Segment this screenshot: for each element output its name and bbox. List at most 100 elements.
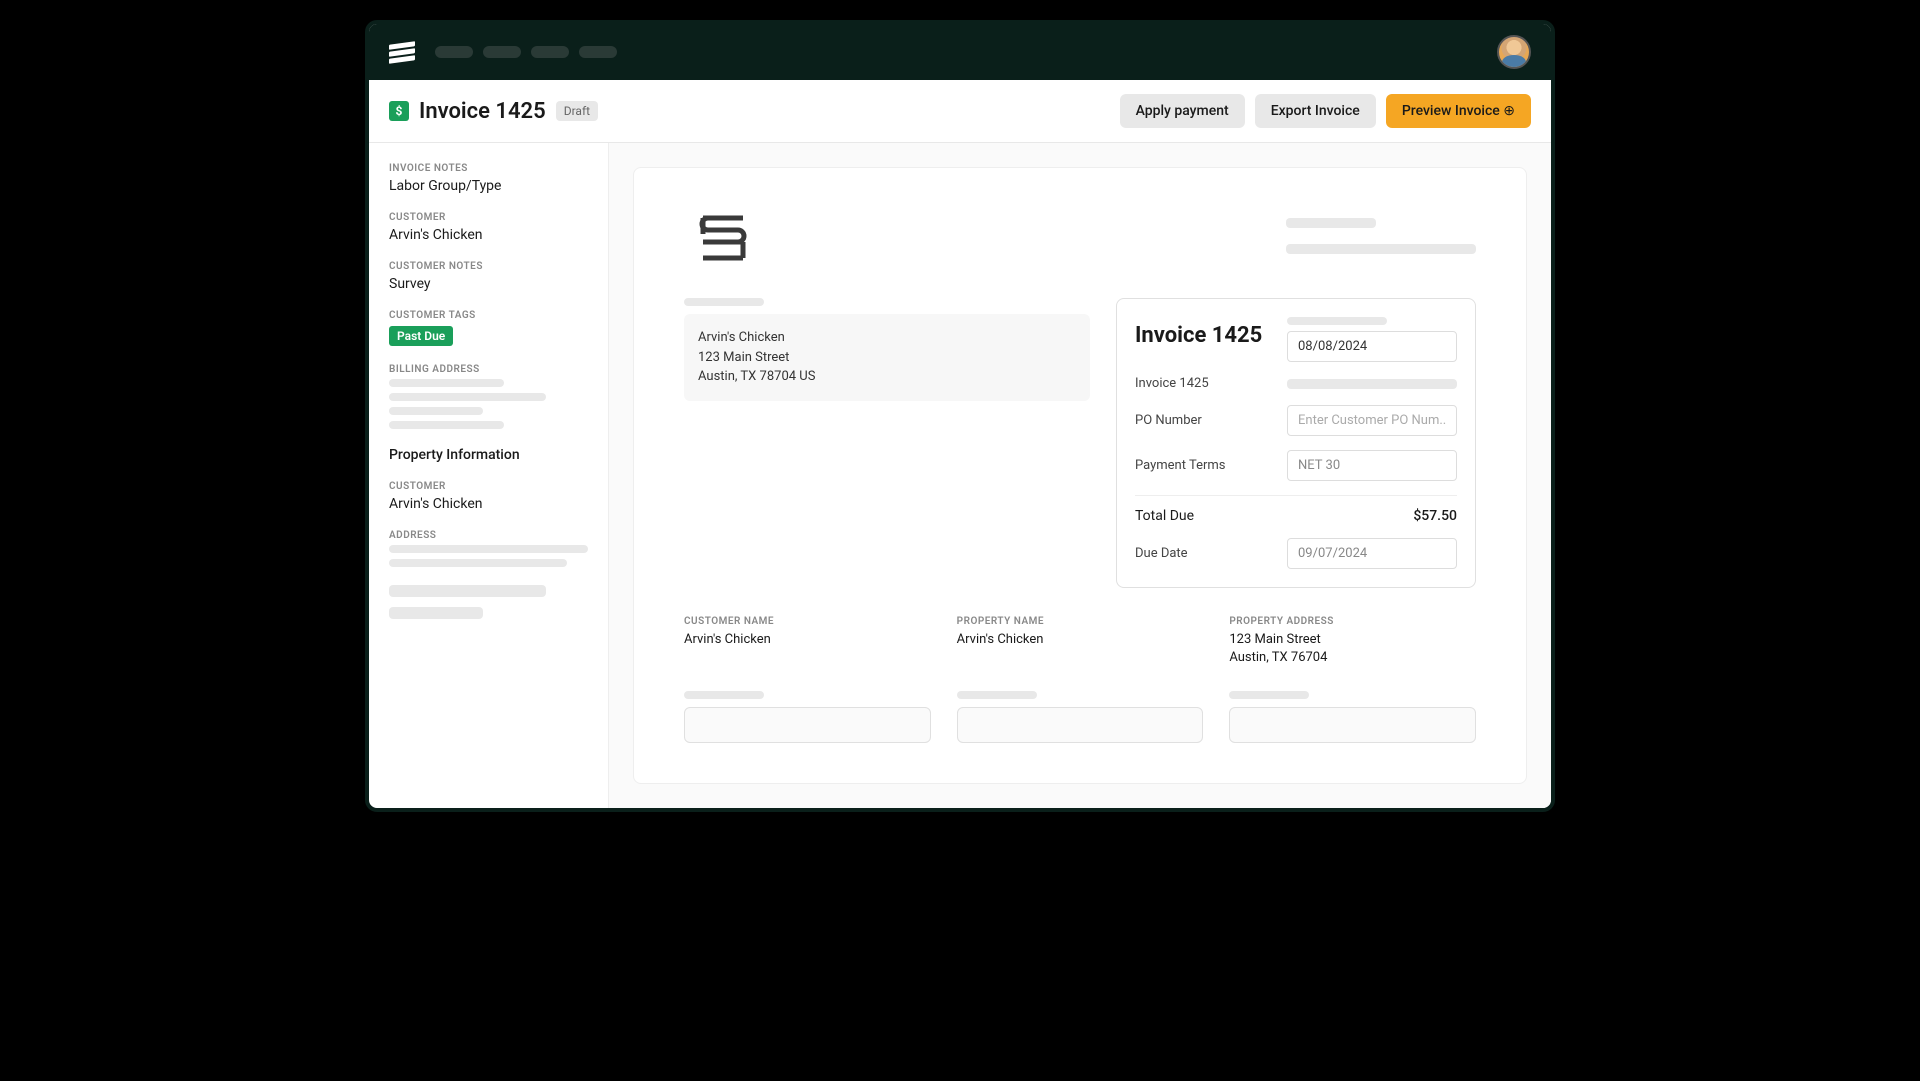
invoice-date-input[interactable]: [1287, 331, 1457, 362]
bill-to-name: Arvin's Chicken: [698, 328, 1076, 348]
payment-terms-label: Payment Terms: [1135, 458, 1226, 473]
past-due-tag: Past Due: [389, 326, 453, 346]
customer-notes-label: CUSTOMER NOTES: [389, 261, 598, 272]
customer-notes-value: Survey: [389, 276, 598, 292]
skeleton-line: [1287, 379, 1457, 389]
invoice-number-label: Invoice 1425: [1135, 376, 1209, 391]
item-input[interactable]: [957, 707, 1204, 743]
skeleton-line: [389, 379, 504, 387]
customer-name-value: Arvin's Chicken: [684, 631, 931, 649]
po-number-input[interactable]: [1287, 405, 1457, 436]
page-title: Invoice 1425: [419, 99, 546, 124]
invoice-mid: Arvin's Chicken 123 Main Street Austin, …: [684, 298, 1476, 588]
bill-to-label: [684, 298, 1090, 306]
bill-to-city: Austin, TX 78704 US: [698, 367, 1076, 387]
property-name-col: PROPERTY NAME Arvin's Chicken: [957, 616, 1204, 667]
date-col: [1287, 317, 1457, 362]
skeleton-line: [389, 607, 483, 619]
skeleton-line: [1286, 218, 1376, 228]
invoice-notes-value: Labor Group/Type: [389, 178, 598, 194]
item-col: [957, 691, 1204, 743]
due-date-input[interactable]: [1287, 538, 1457, 569]
property-address-label: PROPERTY ADDRESS: [1229, 616, 1476, 627]
billing-address-label: BILLING ADDRESS: [389, 364, 598, 375]
nav-pill[interactable]: [579, 46, 617, 58]
header-actions: Apply payment Export Invoice Preview Inv…: [1120, 94, 1531, 128]
customer-value: Arvin's Chicken: [389, 227, 598, 243]
page-header: $ Invoice 1425 Draft Apply payment Expor…: [369, 80, 1551, 143]
total-due-label: Total Due: [1135, 508, 1194, 524]
invoice-notes-label: INVOICE NOTES: [389, 163, 598, 174]
skeleton-line: [957, 691, 1037, 699]
skeleton-line: [1286, 244, 1476, 254]
due-date-label: Due Date: [1135, 546, 1188, 561]
preview-invoice-button[interactable]: Preview Invoice ⊕: [1386, 94, 1531, 128]
invoice-number-row: Invoice 1425: [1135, 376, 1457, 391]
skeleton-line: [684, 691, 764, 699]
skeleton-line: [389, 393, 546, 401]
sidebar: INVOICE NOTES Labor Group/Type CUSTOMER …: [369, 143, 609, 808]
total-due-value: $57.50: [1413, 508, 1457, 524]
payment-terms-row: Payment Terms: [1135, 450, 1457, 481]
avatar[interactable]: [1497, 35, 1531, 69]
topbar: [369, 24, 1551, 80]
skeleton-line: [389, 545, 588, 553]
total-due-row: Total Due $57.50: [1135, 508, 1457, 524]
invoice-card: Arvin's Chicken 123 Main Street Austin, …: [633, 167, 1527, 784]
address-label: ADDRESS: [389, 530, 598, 541]
details-row: CUSTOMER NAME Arvin's Chicken PROPERTY N…: [684, 616, 1476, 667]
invoice-summary-box: Invoice 1425 Invoice 1425 PO Number: [1116, 298, 1476, 588]
prop-customer-label: CUSTOMER: [389, 481, 598, 492]
nav-pills: [435, 46, 617, 58]
po-number-label: PO Number: [1135, 413, 1202, 428]
skeleton-line: [684, 298, 764, 306]
app-window: $ Invoice 1425 Draft Apply payment Expor…: [365, 20, 1555, 812]
apply-payment-button[interactable]: Apply payment: [1120, 94, 1245, 128]
property-info-heading: Property Information: [389, 447, 598, 463]
bill-to-box[interactable]: Arvin's Chicken 123 Main Street Austin, …: [684, 314, 1090, 401]
invoice-title-row: Invoice 1425: [1135, 317, 1457, 362]
header-left: $ Invoice 1425 Draft: [389, 99, 598, 124]
prop-customer-value: Arvin's Chicken: [389, 496, 598, 512]
company-logo-icon: [684, 208, 762, 268]
invoice-header-skeleton: [1286, 208, 1476, 268]
bill-to-street: 123 Main Street: [698, 348, 1076, 368]
customer-name-label: CUSTOMER NAME: [684, 616, 931, 627]
skeleton-line: [1229, 691, 1309, 699]
item-input[interactable]: [1229, 707, 1476, 743]
property-name-label: PROPERTY NAME: [957, 616, 1204, 627]
nav-pill[interactable]: [435, 46, 473, 58]
status-badge: Draft: [556, 101, 598, 121]
property-address-line1: 123 Main Street: [1229, 631, 1476, 649]
invoice-box-title: Invoice 1425: [1135, 323, 1262, 348]
skeleton-line: [389, 407, 483, 415]
skeleton-line: [1287, 317, 1387, 325]
nav-pill[interactable]: [531, 46, 569, 58]
property-name-value: Arvin's Chicken: [957, 631, 1204, 649]
item-col: [1229, 691, 1476, 743]
property-address-value: 123 Main Street Austin, TX 76704: [1229, 631, 1476, 667]
nav-pill[interactable]: [483, 46, 521, 58]
items-row: [684, 691, 1476, 743]
customer-label: CUSTOMER: [389, 212, 598, 223]
property-address-line2: Austin, TX 76704: [1229, 649, 1476, 667]
skeleton-line: [389, 585, 546, 597]
content: INVOICE NOTES Labor Group/Type CUSTOMER …: [369, 143, 1551, 808]
bill-to-wrapper: Arvin's Chicken 123 Main Street Austin, …: [684, 298, 1090, 401]
divider: [1135, 495, 1457, 496]
customer-tags-label: CUSTOMER TAGS: [389, 310, 598, 321]
due-date-row: Due Date: [1135, 538, 1457, 569]
skeleton-line: [389, 421, 504, 429]
item-input[interactable]: [684, 707, 931, 743]
app-logo-icon[interactable]: [389, 39, 415, 65]
payment-terms-input[interactable]: [1287, 450, 1457, 481]
property-address-col: PROPERTY ADDRESS 123 Main Street Austin,…: [1229, 616, 1476, 667]
customer-name-col: CUSTOMER NAME Arvin's Chicken: [684, 616, 931, 667]
export-invoice-button[interactable]: Export Invoice: [1255, 94, 1376, 128]
po-number-row: PO Number: [1135, 405, 1457, 436]
invoice-icon: $: [389, 101, 409, 121]
topbar-left: [389, 39, 617, 65]
main: Arvin's Chicken 123 Main Street Austin, …: [609, 143, 1551, 808]
skeleton-line: [389, 559, 567, 567]
invoice-top: [684, 208, 1476, 268]
